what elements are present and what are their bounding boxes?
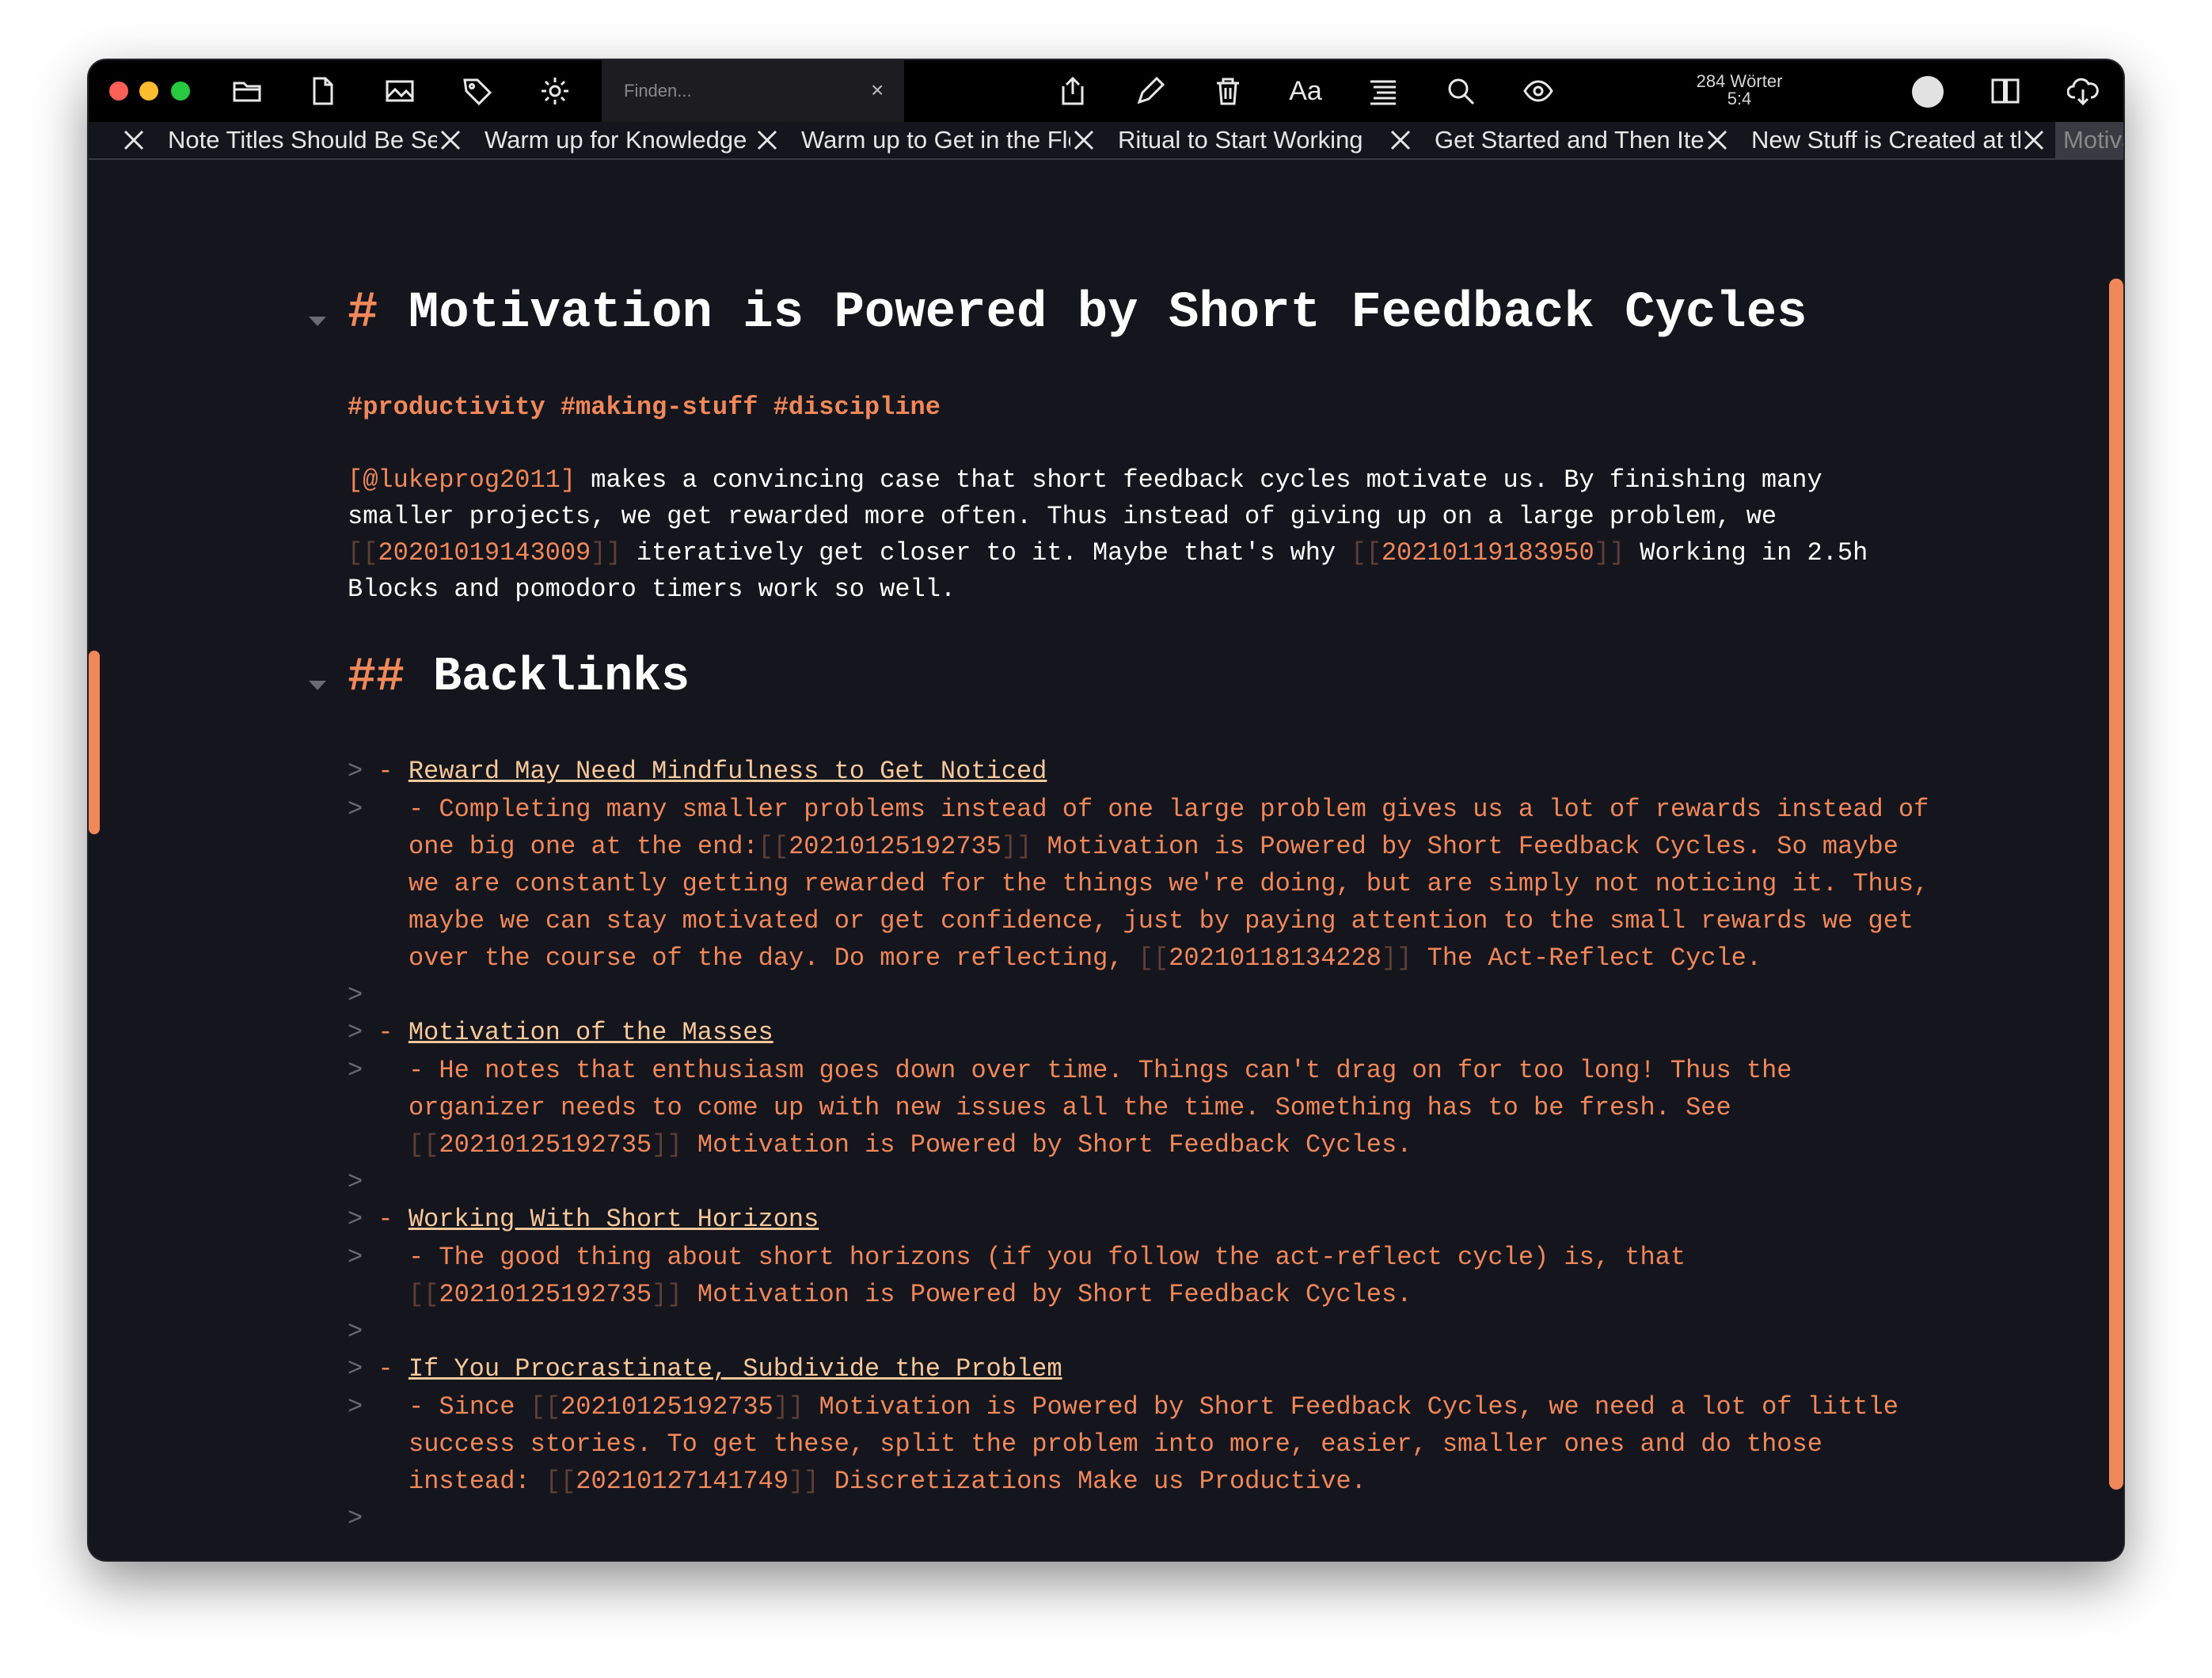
tab-note[interactable]: Warm up to Get in the Flow [801,122,1070,158]
quote-marker: > [348,981,363,1010]
backlink-text: - He notes that enthusiasm goes down ove… [409,1056,1792,1085]
quote-marker: > [348,1392,363,1422]
note-title: # Motivation is Powered by Short Feedbac… [348,285,1807,342]
font-label: Aa [1289,75,1322,106]
para-line-2: smaller projects, we get rewarded more o… [348,502,1777,531]
document-stats: 284 Wörter 5:4 [1672,73,1807,108]
wiki-link[interactable]: 20210119183950 [1382,538,1594,568]
para-line-4: Blocks and pomodoro timers work so well. [348,575,956,604]
backlink-text: - Completing many smaller problems inste… [409,795,1929,824]
backlink-text: [[20210125192735]] Motivation is Powered… [409,1280,1412,1309]
fold-toggle-icon[interactable] [309,681,326,690]
backlink-title-line: > - Working With Short Horizons [348,1205,819,1234]
backlinks-heading: ## Backlinks [348,651,690,704]
tab-close-icon[interactable] [2020,127,2047,154]
app-window: × Aa 284 Wörter 5:4 [89,60,2123,1560]
editor[interactable]: # Motivation is Powered by Short Feedbac… [89,160,2123,1560]
cursor-position: 5:4 [1727,89,1752,108]
para-line-1: [@lukeprog2011] makes a convincing case … [348,465,1822,495]
pencil-icon[interactable] [1132,73,1169,109]
font-icon[interactable]: Aa [1287,73,1324,109]
tab-note[interactable]: Ritual to Start Working [1118,122,1403,158]
search-input[interactable] [622,74,863,108]
backlink-text: maybe we can stay motivated or get confi… [409,906,1914,936]
tab-close-icon[interactable] [437,127,464,154]
backlink-text: one big one at the end:[[20210125192735]… [409,832,1898,861]
tab-note[interactable]: Get Started and Then Iterate [1435,122,1704,158]
backlink-link[interactable]: Reward May Need Mindfulness to Get Notic… [409,757,1047,786]
quote-marker: > [348,1243,363,1272]
backlink-text: - The good thing about short horizons (i… [409,1243,1686,1272]
window-close-button[interactable] [109,82,128,101]
quote-marker: > [348,1317,363,1346]
tab-close-icon[interactable] [754,127,781,154]
tab-note[interactable]: New Stuff is Created at the Edges [1751,122,2020,158]
backlink-title-line: > - Motivation of the Masses [348,1018,773,1047]
wiki-link[interactable]: 20210125192735 [561,1392,773,1422]
backlink-text: instead: [[20210127141749]] Discretizati… [409,1467,1366,1496]
toolbar: × Aa 284 Wörter 5:4 [89,60,2123,122]
wiki-link[interactable]: 20210118134228 [1169,943,1382,973]
tab-close-icon[interactable] [1070,127,1097,154]
left-marker [89,651,100,834]
wiki-link[interactable]: 20201019143009 [378,538,591,568]
backlink-title-line: > - If You Procrastinate, Subdivide the … [348,1354,1062,1384]
citation[interactable]: [@lukeprog2011] [348,465,576,495]
search-box: × [602,60,904,122]
backlink-link[interactable]: Motivation of the Masses [409,1018,773,1047]
backlink-text: over the course of the day. Do more refl… [409,943,1762,973]
new-file-icon[interactable] [304,73,340,109]
backlink-text: organizer needs to come up with new issu… [409,1093,1731,1122]
backlink-text: [[20210125192735]] Motivation is Powered… [409,1130,1412,1160]
backlink-title-line: > - Reward May Need Mindfulness to Get N… [348,757,1047,786]
backlink-text: - Since [[20210125192735]] Motivation is… [409,1392,1898,1422]
trash-icon[interactable] [1210,73,1246,109]
tag-icon[interactable] [459,73,496,109]
quote-marker: > [348,1504,363,1533]
quote-marker: > [348,1056,363,1085]
outline-icon[interactable] [1365,73,1401,109]
para-line-3: [[20201019143009]] iteratively get close… [348,538,1868,568]
split-view-icon[interactable] [1987,73,2024,109]
tab-note[interactable]: Note Titles Should Be Sentences [168,122,437,158]
folder-icon[interactable] [229,73,265,109]
search-clear-button[interactable]: × [871,78,884,103]
window-maximize-button[interactable] [171,82,190,101]
backlink-text: we are constantly getting rewarded for t… [409,869,1929,898]
quote-marker: > [348,1167,363,1197]
window-minimize-button[interactable] [139,82,158,101]
tag-list[interactable]: #productivity #making-stuff #discipline [348,393,941,422]
image-icon[interactable] [382,73,418,109]
tab-close-icon[interactable] [120,127,147,154]
share-icon[interactable] [1055,73,1091,109]
wiki-link[interactable]: 20210125192735 [789,832,1001,861]
wiki-link[interactable]: 20210125192735 [439,1280,652,1309]
word-count: 284 Wörter [1696,71,1783,91]
fold-toggle-icon[interactable] [309,317,326,326]
search-icon[interactable] [1442,73,1479,109]
tab-active-note[interactable]: Motivation is Powered by Short Feedback … [2055,122,2123,158]
tab-bar: Note Titles Should Be Sentences Warm up … [89,122,2123,160]
tab-close-icon[interactable] [1704,127,1731,154]
status-circle-icon[interactable] [1912,76,1944,108]
backlink-text: success stories. To get these, split the… [409,1429,1822,1459]
tab-note[interactable]: Warm up for Knowledge Work [485,122,754,158]
backlink-link[interactable]: If You Procrastinate, Subdivide the Prob… [409,1354,1062,1384]
wiki-link[interactable]: 20210127141749 [576,1467,789,1496]
scrollbar[interactable] [2109,279,2123,1490]
tab-close-icon[interactable] [1387,127,1414,154]
gear-icon[interactable] [537,73,573,109]
cloud-download-icon[interactable] [2065,73,2101,109]
wiki-link[interactable]: 20210125192735 [439,1130,652,1160]
eye-icon[interactable] [1520,73,1556,109]
backlink-link[interactable]: Working With Short Horizons [409,1205,819,1234]
quote-marker: > [348,795,363,824]
